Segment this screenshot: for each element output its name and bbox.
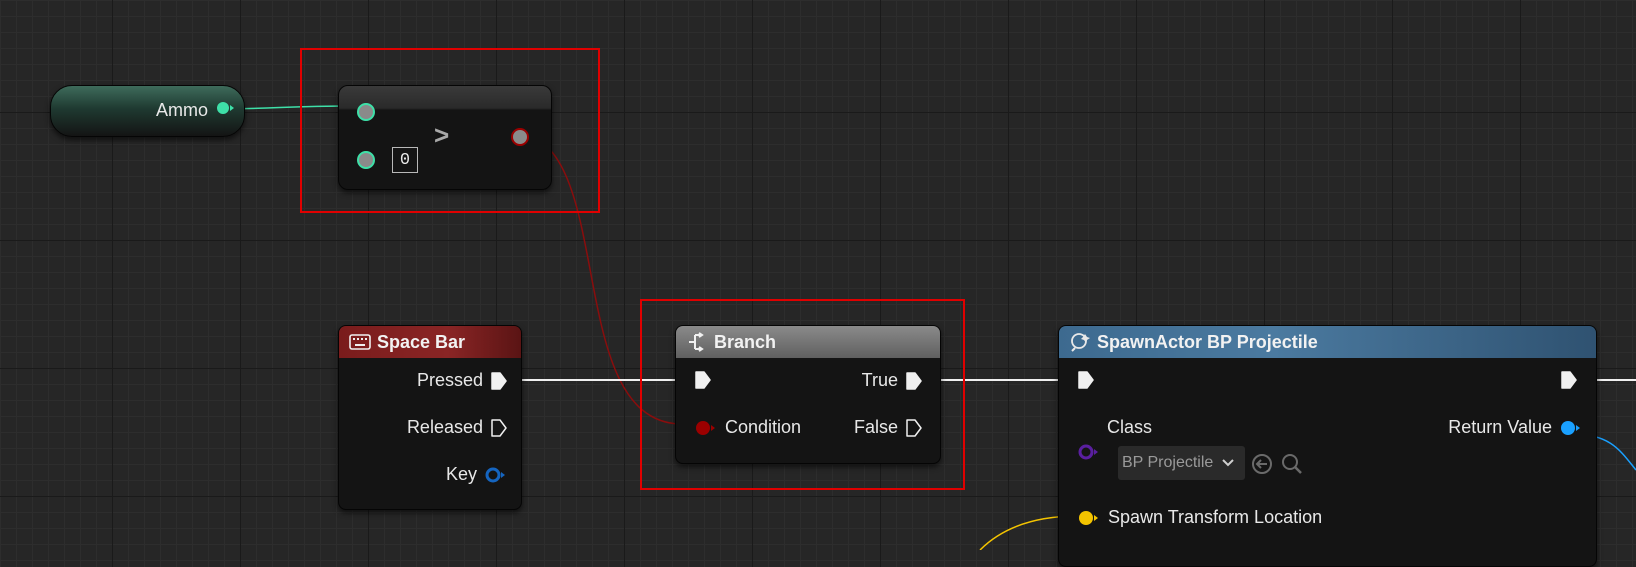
class-dropdown[interactable]: BP Projectile <box>1118 446 1245 480</box>
browse-icon[interactable] <box>1281 453 1303 475</box>
space-bar-event-node[interactable]: Space Bar Pressed Released Key <box>338 325 522 510</box>
released-pin-row[interactable]: Released <box>407 417 507 438</box>
spawn-transform-label: Spawn Transform Location <box>1108 507 1323 527</box>
use-selected-icon[interactable] <box>1251 453 1273 475</box>
return-value-label: Return Value <box>1448 417 1552 437</box>
spawn-transform-pin-row[interactable]: Spawn Transform Location <box>1078 507 1322 528</box>
key-struct-pin[interactable] <box>485 467 507 483</box>
ammo-output-pin[interactable] <box>216 100 234 121</box>
released-label: Released <box>406 417 483 437</box>
highlight-box-branch <box>640 299 965 490</box>
ammo-variable-node[interactable]: Ammo <box>50 85 245 137</box>
spawn-transform-pin[interactable] <box>1078 510 1100 526</box>
spawn-actor-title: SpawnActor BP Projectile <box>1097 331 1318 352</box>
class-pin[interactable] <box>1078 444 1100 460</box>
keyboard-icon <box>349 333 371 351</box>
space-bar-title: Space Bar <box>377 331 466 352</box>
return-value-pin[interactable] <box>1560 420 1582 436</box>
class-dropdown-value: BP Projectile <box>1122 454 1214 471</box>
spawn-actor-node[interactable]: SpawnActor BP Projectile Class BP Projec… <box>1058 325 1597 567</box>
spawn-actor-icon <box>1069 333 1091 352</box>
pressed-pin-row[interactable]: Pressed <box>417 370 507 391</box>
pressed-exec-pin[interactable] <box>491 371 507 390</box>
class-label: Class <box>1107 417 1153 437</box>
chevron-down-icon <box>1222 459 1235 467</box>
spawn-exec-out-pin[interactable] <box>1561 371 1577 389</box>
ammo-label: Ammo <box>155 100 208 120</box>
pressed-label: Pressed <box>416 370 483 390</box>
highlight-box-compare <box>300 48 600 213</box>
spawn-exec-in-pin[interactable] <box>1078 371 1094 389</box>
released-exec-pin[interactable] <box>491 418 507 437</box>
key-label: Key <box>445 464 477 484</box>
key-pin-row[interactable]: Key <box>446 464 507 485</box>
return-value-pin-row[interactable]: Return Value <box>1448 417 1582 438</box>
